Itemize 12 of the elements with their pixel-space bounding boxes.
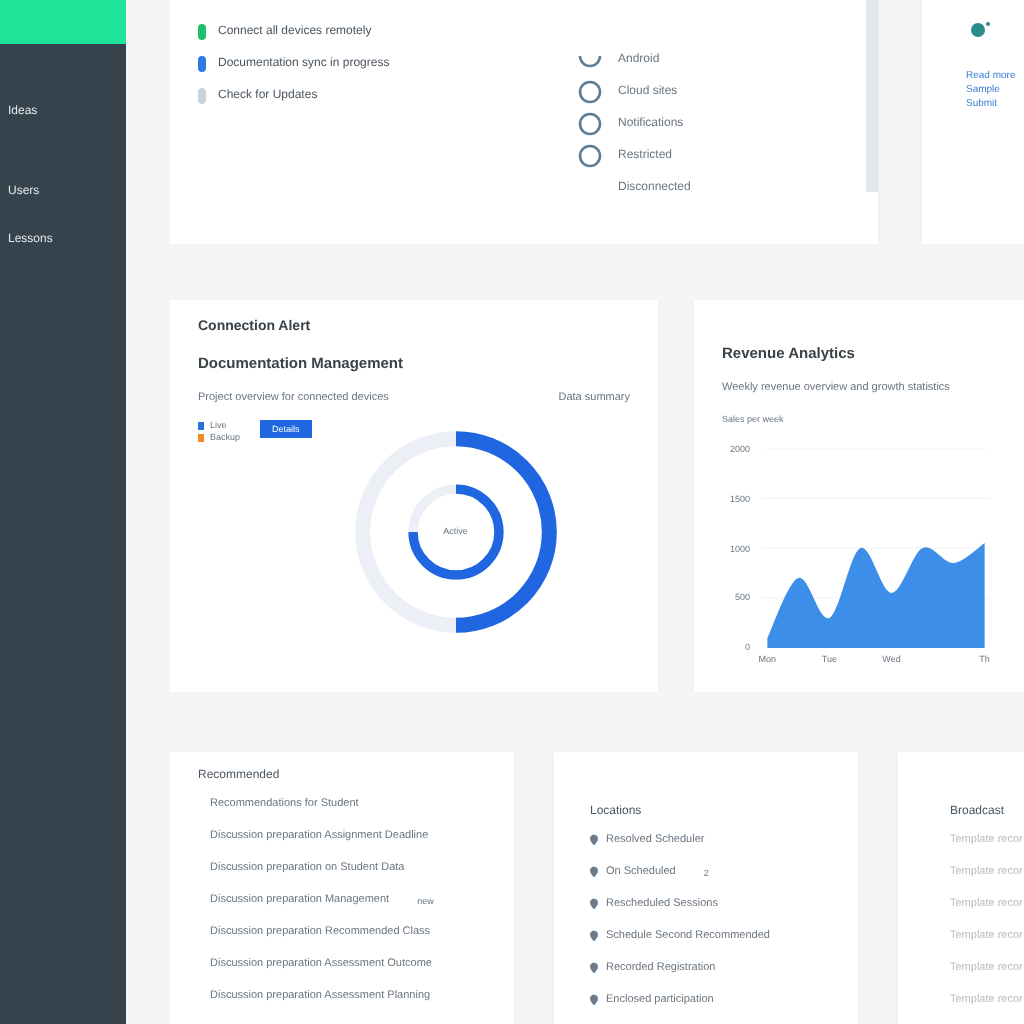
scrollbar[interactable] <box>866 0 878 192</box>
circle-icon[interactable] <box>578 80 602 104</box>
circle-icon[interactable] <box>578 112 602 136</box>
pin-icon <box>590 866 598 878</box>
pin-icon <box>590 834 598 846</box>
dot-icon <box>970 20 990 40</box>
pin-icon <box>590 962 598 974</box>
circle-icon[interactable] <box>578 144 602 168</box>
pin-icon <box>590 994 598 1006</box>
pin-icon <box>590 930 598 942</box>
pin-icon <box>590 898 598 910</box>
brand-bar <box>0 0 126 44</box>
